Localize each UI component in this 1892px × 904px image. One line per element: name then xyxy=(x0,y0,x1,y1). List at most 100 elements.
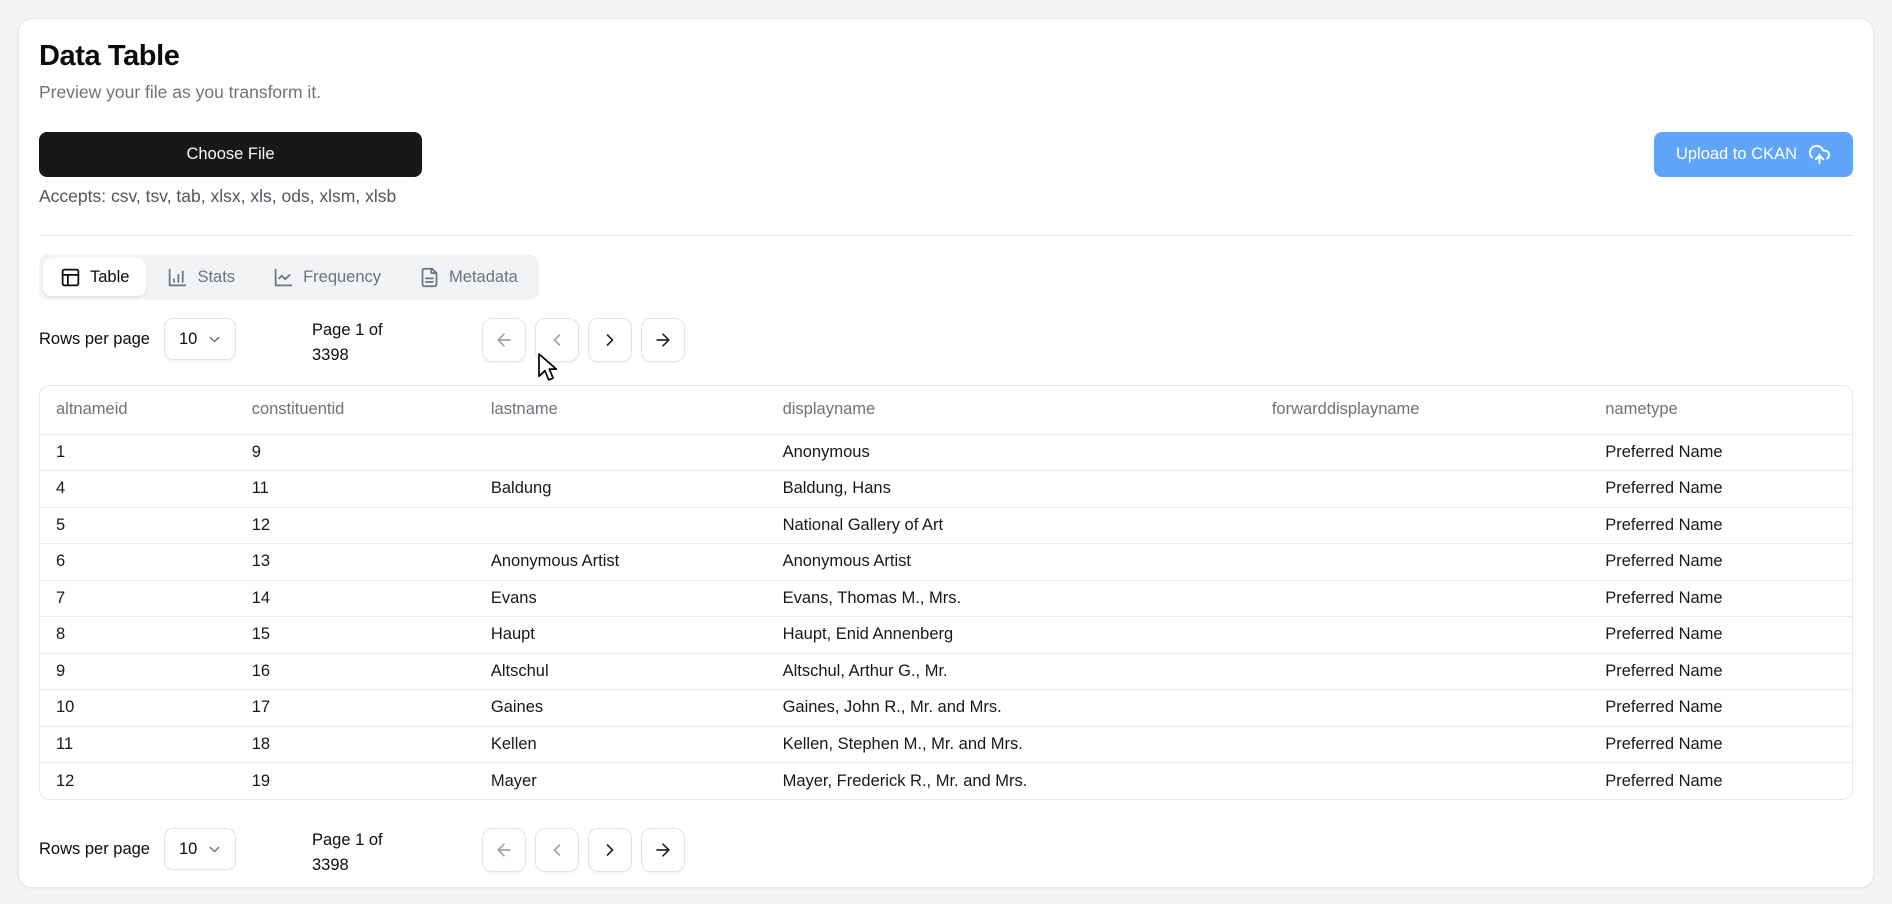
rows-per-page-value: 10 xyxy=(178,839,198,858)
arrow-left-icon xyxy=(494,840,514,860)
cell-lastname: Evans xyxy=(474,579,767,617)
cell-lastname: Baldung xyxy=(474,470,767,507)
cell-nametype: Preferred Name xyxy=(1589,762,1852,799)
page-info: Page 1 of 3398 xyxy=(311,831,383,874)
cell-nametype: Preferred Name xyxy=(1589,579,1852,617)
choose-file-button[interactable]: Choose File xyxy=(39,132,422,177)
section-divider xyxy=(39,235,1853,236)
chevron-down-icon xyxy=(206,841,223,858)
upload-to-ckan-button[interactable]: Upload to CKAN xyxy=(1653,132,1853,177)
cell-lastname: Mayer xyxy=(474,762,767,799)
cell-altnameid: 10 xyxy=(40,689,236,726)
cell-altnameid: 7 xyxy=(40,579,236,617)
tab-stats[interactable]: Stats xyxy=(150,258,252,296)
tab-frequency[interactable]: Frequency xyxy=(256,258,398,296)
cell-nametype: Preferred Name xyxy=(1589,433,1852,471)
cell-displayname: Altschul, Arthur G., Mr. xyxy=(766,652,1256,690)
cell-nametype: Preferred Name xyxy=(1589,652,1852,690)
cell-altnameid: 9 xyxy=(40,652,236,690)
previous-page-button[interactable] xyxy=(534,318,579,362)
cell-altnameid: 11 xyxy=(40,725,236,763)
cell-nametype: Preferred Name xyxy=(1589,616,1852,653)
cell-constituentid: 18 xyxy=(235,725,475,763)
cell-displayname: Baldung, Hans xyxy=(766,470,1256,507)
column-header-constituentid: constituentid xyxy=(251,400,345,419)
cell-lastname: Gaines xyxy=(474,689,767,726)
cell-displayname: Gaines, John R., Mr. and Mrs. xyxy=(766,689,1256,726)
column-header-displayname: displayname xyxy=(782,400,876,419)
cell-displayname: Evans, Thomas M., Mrs. xyxy=(766,579,1256,617)
cell-forwarddisplayname xyxy=(1255,762,1590,799)
tab-label: Metadata xyxy=(449,267,518,286)
last-page-button[interactable] xyxy=(640,828,685,872)
column-header-lastname: lastname xyxy=(490,400,558,419)
rows-per-page-value: 10 xyxy=(178,329,198,348)
data-table-container: altnameid constituentid lastname displaynam… xyxy=(39,385,1853,800)
table-row: 7 14 Evans Evans, Thomas M., Mrs. Preferred … xyxy=(40,579,1852,617)
table-row: 12 19 Mayer Mayer, Frederick R., Mr. and Mr… xyxy=(40,762,1852,799)
rows-per-page-label: Rows per page xyxy=(39,330,150,348)
cell-forwarddisplayname xyxy=(1255,579,1590,617)
pagination-buttons xyxy=(481,828,685,872)
first-page-button[interactable] xyxy=(481,318,526,362)
cell-constituentid: 19 xyxy=(235,762,475,799)
table-row: 9 16 Altschul Altschul, Arthur G., Mr. Prefe… xyxy=(40,652,1852,690)
cell-nametype: Preferred Name xyxy=(1589,725,1852,763)
data-table-card: Data Table Preview your file as you tran… xyxy=(18,18,1874,888)
tab-list: Table Stats Frequency Metadata xyxy=(39,254,539,300)
column-header-nametype: nametype xyxy=(1605,400,1678,419)
cell-constituentid: 15 xyxy=(235,616,475,653)
cell-displayname: Haupt, Enid Annenberg xyxy=(766,616,1256,653)
upload-button-label: Upload to CKAN xyxy=(1675,145,1797,163)
cell-forwarddisplayname xyxy=(1255,725,1590,763)
cell-constituentid: 14 xyxy=(235,579,475,617)
cell-forwarddisplayname xyxy=(1255,506,1590,544)
next-page-button[interactable] xyxy=(587,828,632,872)
tab-metadata[interactable]: Metadata xyxy=(402,258,535,296)
first-page-button[interactable] xyxy=(481,828,526,872)
last-page-button[interactable] xyxy=(640,318,685,362)
tab-label: Stats xyxy=(197,267,236,286)
table-header-row: altnameid constituentid lastname displaynam… xyxy=(40,386,1852,434)
arrow-right-icon xyxy=(653,840,673,860)
cell-lastname: Anonymous Artist xyxy=(474,543,767,580)
cell-nametype: Preferred Name xyxy=(1589,543,1852,580)
cell-constituentid: 9 xyxy=(235,433,475,471)
chevron-down-icon xyxy=(206,331,223,348)
cell-displayname: Kellen, Stephen M., Mr. and Mrs. xyxy=(766,725,1256,763)
previous-page-button[interactable] xyxy=(534,828,579,872)
page-subtitle: Preview your file as you transform it. xyxy=(39,82,322,102)
rows-per-page-select[interactable]: 10 xyxy=(163,318,236,360)
cell-displayname: National Gallery of Art xyxy=(766,506,1256,544)
pagination-bottom: Rows per page 10 Page 1 of 3398 xyxy=(39,828,1853,878)
cell-altnameid: 6 xyxy=(40,543,236,580)
chevron-left-icon xyxy=(547,330,567,350)
cell-constituentid: 16 xyxy=(235,652,475,690)
rows-per-page-select[interactable]: 10 xyxy=(163,828,236,870)
cell-lastname xyxy=(474,433,767,471)
table-layout-icon xyxy=(60,267,81,288)
tab-table[interactable]: Table xyxy=(43,258,147,296)
cell-nametype: Preferred Name xyxy=(1589,689,1852,726)
cell-altnameid: 12 xyxy=(40,762,236,799)
cell-forwarddisplayname xyxy=(1255,433,1590,471)
chevron-right-icon xyxy=(600,330,620,350)
cell-lastname: Kellen xyxy=(474,725,767,763)
pagination-buttons xyxy=(481,318,685,362)
table-row: 10 17 Gaines Gaines, John R., Mr. and Mrs. P… xyxy=(40,689,1852,726)
column-header-forwarddisplayname: forwarddisplayname xyxy=(1271,400,1420,419)
cell-constituentid: 17 xyxy=(235,689,475,726)
page-info: Page 1 of 3398 xyxy=(311,321,383,364)
cell-forwarddisplayname xyxy=(1255,616,1590,653)
table-row: 11 18 Kellen Kellen, Stephen M., Mr. and Mr… xyxy=(40,725,1852,763)
cell-altnameid: 4 xyxy=(40,470,236,507)
cell-nametype: Preferred Name xyxy=(1589,470,1852,507)
cell-altnameid: 5 xyxy=(40,506,236,544)
next-page-button[interactable] xyxy=(587,318,632,362)
cell-displayname: Anonymous xyxy=(766,433,1256,471)
data-table: altnameid constituentid lastname displaynam… xyxy=(40,386,1852,799)
cell-displayname: Mayer, Frederick R., Mr. and Mrs. xyxy=(766,762,1256,799)
cell-forwarddisplayname xyxy=(1255,470,1590,507)
cell-displayname: Anonymous Artist xyxy=(766,543,1256,580)
chevron-right-icon xyxy=(600,840,620,860)
